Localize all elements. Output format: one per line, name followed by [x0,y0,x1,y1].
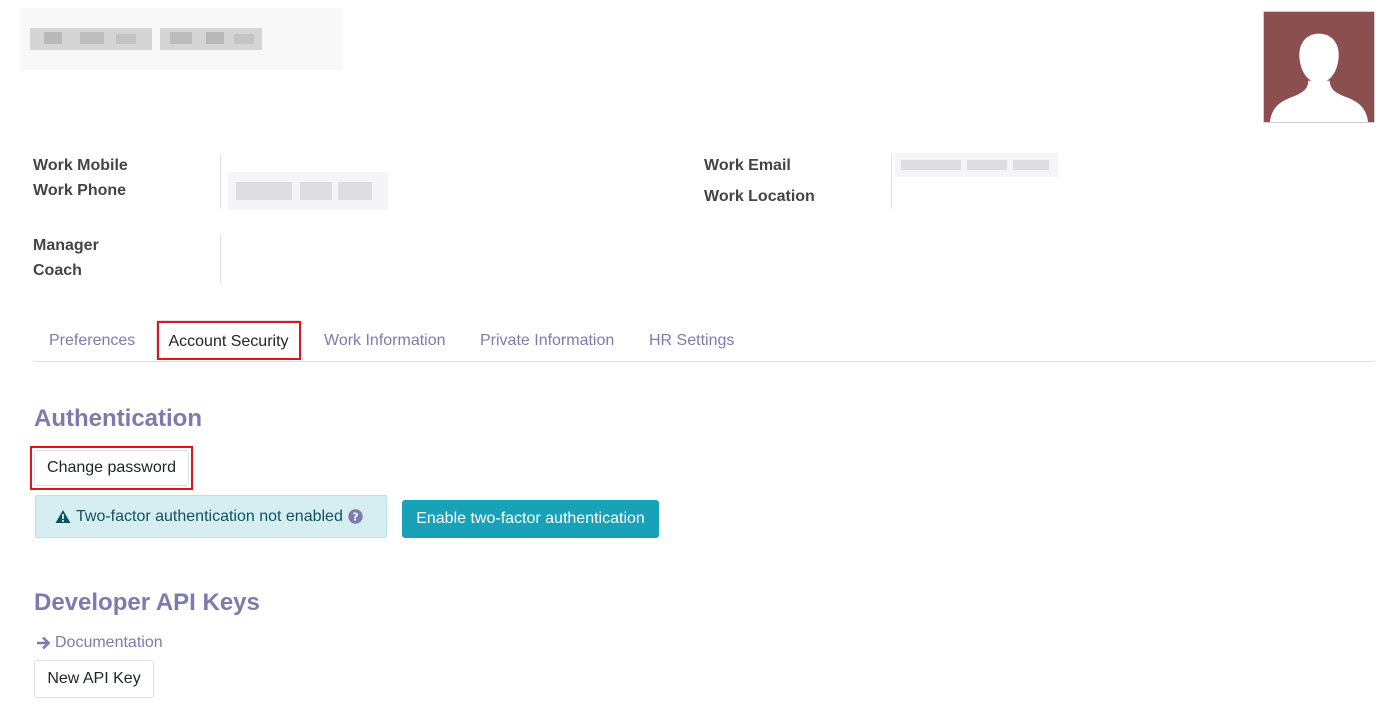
manager-label: Manager [33,237,99,254]
tab-hr-settings[interactable]: HR Settings [649,320,734,361]
work-mobile-label: Work Mobile [33,157,128,174]
tab-preferences[interactable]: Preferences [49,320,135,361]
arrow-right-icon [37,636,51,650]
tab-account-security[interactable]: Account Security [156,320,301,361]
tab-work-information[interactable]: Work Information [324,320,446,361]
warning-icon [55,509,71,524]
authentication-heading: Authentication [34,405,202,432]
user-name-redacted [20,8,342,70]
field-divider [220,234,221,284]
notebook-tabs: Preferences Account Security Work Inform… [33,320,1375,362]
work-email-value-redacted[interactable] [895,153,1058,177]
documentation-link[interactable]: Documentation [37,634,163,652]
work-phone-label: Work Phone [33,182,127,199]
field-divider [891,154,892,209]
tab-private-information[interactable]: Private Information [480,320,614,361]
user-silhouette-icon [1264,12,1374,122]
twofa-status-alert: Two-factor authentication not enabled ? [35,495,387,538]
documentation-link-label: Documentation [55,634,163,651]
work-phone-value-redacted[interactable] [228,172,388,210]
user-profile-form: Work Mobile Work Phone Work Email Work L… [0,0,1395,718]
new-api-key-button[interactable]: New API Key [34,660,154,698]
twofa-status-text: Two-factor authentication not enabled [76,507,343,525]
coach-label: Coach [33,262,82,279]
work-location-label: Work Location [704,188,815,205]
change-password-button[interactable]: Change password [34,450,189,486]
help-icon[interactable]: ? [348,509,363,524]
api-keys-heading: Developer API Keys [34,589,260,616]
avatar[interactable] [1263,11,1375,123]
enable-twofa-button[interactable]: Enable two-factor authentication [402,500,659,538]
svg-text:?: ? [352,511,358,524]
field-divider [220,154,221,209]
work-email-label: Work Email [704,157,791,174]
